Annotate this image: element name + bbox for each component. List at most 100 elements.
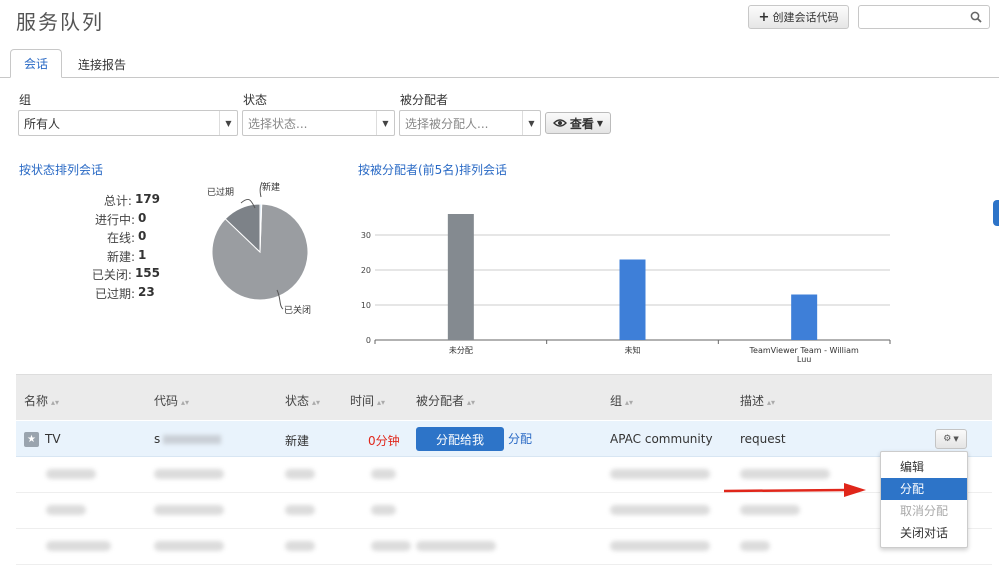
- stat-label: 已关闭:: [91, 268, 132, 282]
- stat-value: 23: [138, 284, 155, 299]
- table-row-redacted[interactable]: [16, 529, 992, 565]
- bar: [447, 214, 474, 340]
- gear-icon: ⚙: [943, 434, 952, 444]
- session-status: 新建: [285, 434, 310, 448]
- pie-label-expired: 已过期: [207, 186, 234, 198]
- stat-row: 总计: 179: [70, 192, 160, 211]
- assignee-chart-title: 按被分配者(前5名)排列会话: [358, 163, 507, 177]
- row-actions-button[interactable]: ⚙ ▼: [935, 429, 967, 449]
- session-group: APAC community: [610, 432, 713, 446]
- stat-value: 179: [134, 192, 160, 206]
- tab-connection-report[interactable]: 连接报告: [78, 56, 126, 73]
- stat-row: 新建: 1: [70, 248, 160, 267]
- group-select-value: 所有人: [24, 116, 61, 131]
- pie-label-new: 新建: [262, 181, 280, 193]
- table-row[interactable]: ★ TV s 新建 0分钟 分配给我 分配 APAC community req…: [16, 421, 992, 457]
- menu-item-close-session[interactable]: 关闭对话: [881, 522, 967, 544]
- x-tick-label: 未分配: [449, 345, 473, 355]
- y-tick-label: 30: [361, 231, 371, 240]
- side-feedback-tab[interactable]: [993, 200, 999, 226]
- stat-label: 总计:: [103, 194, 132, 208]
- menu-item-edit[interactable]: 编辑: [881, 456, 967, 478]
- y-tick-label: 10: [361, 301, 371, 310]
- assign-link[interactable]: 分配: [508, 430, 532, 447]
- sort-icon: ▴▾: [467, 398, 476, 407]
- view-label: 查看: [569, 116, 594, 131]
- redacted-code: [163, 435, 222, 444]
- dropdown-arrow-icon: ▼: [219, 111, 237, 135]
- status-select-placeholder: 选择状态...: [248, 116, 308, 131]
- status-pie-chart: 已过期 新建 已关闭: [207, 181, 311, 316]
- stat-row: 进行中: 0: [70, 211, 160, 230]
- status-filter-label: 状态: [243, 93, 268, 107]
- stat-row: 在线: 0: [70, 229, 160, 248]
- stat-value: 155: [134, 266, 160, 280]
- menu-item-assign[interactable]: 分配: [881, 478, 967, 500]
- session-description: request: [740, 432, 786, 446]
- col-header-code[interactable]: 代码 ▴▾: [154, 392, 189, 409]
- col-header-group[interactable]: 组 ▴▾: [610, 392, 633, 409]
- sort-icon: ▴▾: [51, 398, 60, 407]
- assignee-bar-chart: 0 10 20 30 未分配 未知 TeamViewer Team - WilliamLuu: [361, 214, 891, 364]
- session-name: TV: [45, 432, 61, 446]
- col-header-description[interactable]: 描述 ▴▾: [740, 392, 775, 409]
- stat-row: 已关闭: 155: [70, 266, 160, 285]
- status-chart-title: 按状态排列会话: [19, 163, 104, 177]
- tab-divider: [0, 77, 999, 78]
- stat-label: 在线:: [106, 231, 135, 245]
- group-filter-label: 组: [19, 93, 32, 107]
- stat-value: 1: [138, 247, 147, 262]
- sort-icon: ▴▾: [767, 398, 776, 407]
- sort-icon: ▴▾: [181, 398, 190, 407]
- stat-label: 进行中:: [94, 212, 135, 227]
- tab-sessions[interactable]: 会话: [10, 49, 62, 78]
- y-tick-label: 0: [366, 336, 371, 345]
- x-tick-label: 未知: [625, 345, 641, 355]
- search-input[interactable]: [863, 7, 971, 27]
- sort-icon: ▴▾: [377, 398, 386, 407]
- sort-icon: ▴▾: [625, 398, 634, 407]
- search-field[interactable]: [858, 5, 990, 29]
- caret-down-icon: ▼: [953, 435, 959, 443]
- star-icon[interactable]: ★: [24, 432, 39, 447]
- menu-item-unassign: 取消分配: [900, 504, 949, 518]
- view-button[interactable]: 查看 ▼: [545, 112, 611, 134]
- stat-value: 0: [138, 229, 147, 243]
- assignee-filter-label: 被分配者: [400, 93, 449, 107]
- col-header-time[interactable]: 时间 ▴▾: [350, 392, 385, 409]
- pie-label-closed: 已关闭: [284, 304, 311, 316]
- dropdown-arrow-icon: ▼: [376, 111, 394, 135]
- y-tick-label: 20: [361, 266, 371, 275]
- status-summary-list: 总计: 179 进行中: 0 在线: 0 新建: 1 已关闭: 155 已过期: 23: [70, 192, 160, 303]
- bar: [791, 294, 818, 340]
- group-select[interactable]: 所有人 ▼: [18, 110, 238, 136]
- search-icon[interactable]: [970, 11, 982, 23]
- stat-value: 0: [138, 210, 147, 225]
- dropdown-arrow-icon: ▼: [522, 111, 540, 135]
- page-title: 服务队列: [16, 10, 104, 34]
- bar: [619, 259, 646, 340]
- stat-label: 已过期:: [94, 286, 135, 301]
- assign-to-me-button[interactable]: 分配给我: [416, 427, 504, 451]
- stat-label: 新建:: [106, 249, 135, 264]
- x-tick-label: Luu: [797, 355, 811, 364]
- plus-icon: +: [758, 9, 770, 25]
- caret-down-icon: ▼: [596, 118, 604, 128]
- table-header: 名称 ▴▾ 代码 ▴▾ 状态 ▴▾ 时间 ▴▾ 被分配者 ▴▾ 组 ▴▾ 描述 ▴▾: [16, 374, 992, 420]
- stat-row: 已过期: 23: [70, 285, 160, 304]
- col-header-status[interactable]: 状态 ▴▾: [285, 392, 320, 409]
- assignee-select[interactable]: 选择被分配人... ▼: [399, 110, 541, 136]
- row-actions-menu: 编辑 分配 取消分配 关闭对话: [880, 451, 968, 548]
- red-arrow-annotation: [723, 483, 866, 497]
- session-code: s: [154, 432, 222, 446]
- create-session-code-label: 创建会话代码: [772, 11, 839, 24]
- x-tick-label: TeamViewer Team - William: [749, 346, 860, 355]
- col-header-name[interactable]: 名称 ▴▾: [24, 392, 59, 409]
- sort-icon: ▴▾: [312, 398, 321, 407]
- col-header-assignee[interactable]: 被分配者 ▴▾: [416, 392, 475, 409]
- create-session-code-button[interactable]: + 创建会话代码: [748, 5, 849, 29]
- session-time: 0分钟: [368, 434, 400, 448]
- assignee-select-placeholder: 选择被分配人...: [405, 116, 489, 131]
- status-select[interactable]: 选择状态... ▼: [242, 110, 395, 136]
- eye-icon: [552, 119, 567, 127]
